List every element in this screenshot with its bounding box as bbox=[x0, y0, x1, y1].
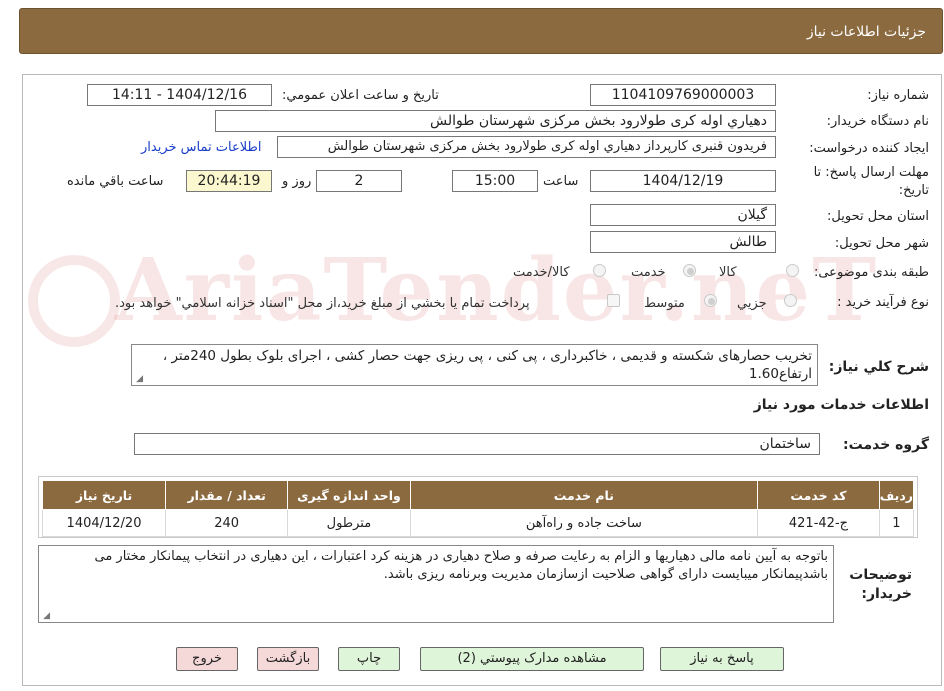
requester-field: فريدون قنبری کارپرداز دهياري اوله کری طو… bbox=[277, 136, 776, 158]
buyer-org-field: دهياري اوله کری طولارود بخش مرکزی شهرستا… bbox=[215, 110, 776, 132]
announce-field: 1404/12/16 - 14:11 bbox=[87, 84, 272, 106]
deadline-time-field: 15:00 bbox=[452, 170, 538, 192]
buyer-org-label: نام دستگاه خريدار: bbox=[826, 114, 929, 129]
col-need-date: تاريخ نياز bbox=[41, 480, 167, 510]
announce-label: تاریخ و ساعت اعلان عمومي: bbox=[282, 88, 439, 103]
need-number-field: 1104109769000003 bbox=[590, 84, 776, 106]
col-row-number: رديف bbox=[878, 480, 915, 510]
category-goods-service-label: کالا/خدمت bbox=[513, 265, 570, 280]
category-goods-radio[interactable] bbox=[786, 264, 799, 277]
category-service-radio[interactable] bbox=[683, 264, 696, 277]
buyer-notes-textarea[interactable]: باتوجه به آيين نامه مالى دهياريها و الزا… bbox=[38, 545, 834, 623]
reply-button[interactable]: پاسخ به نياز bbox=[660, 647, 784, 671]
table-header-row: رديف كد خدمت نام خدمت واحد اندازه گيری ت… bbox=[41, 480, 915, 510]
description-label: شرح كلي نياز: bbox=[828, 359, 929, 375]
buyer-notes-label: توضيحات bbox=[849, 567, 912, 583]
resize-grip-icon[interactable]: ◢ bbox=[42, 612, 50, 621]
province-label: استان محل تحویل: bbox=[827, 209, 929, 224]
buyer-contact-link[interactable]: اطلاعات تماس خريدار bbox=[141, 140, 261, 155]
treasury-payment-checkbox[interactable] bbox=[607, 294, 620, 307]
requester-label: ايجاد کننده درخواست: bbox=[809, 141, 929, 156]
treasury-payment-note: پرداخت تمام يا بخشي از مبلغ خريد،از محل … bbox=[115, 296, 530, 311]
category-service-label: خدمت bbox=[631, 265, 666, 280]
col-quantity: تعداد / مقدار bbox=[165, 480, 289, 510]
buyer-notes-text: باتوجه به آيين نامه مالى دهياريها و الزا… bbox=[94, 549, 828, 582]
col-service-name: نام خدمت bbox=[409, 480, 759, 510]
cell-quantity: 240 bbox=[165, 509, 289, 537]
view-attachments-button[interactable]: مشاهده مدارک پيوستي (2) bbox=[420, 647, 644, 671]
process-medium-radio[interactable] bbox=[704, 294, 717, 307]
process-label: نوع فرآیند خرید : bbox=[837, 295, 929, 310]
services-table: رديف كد خدمت نام خدمت واحد اندازه گيری ت… bbox=[38, 476, 918, 538]
category-label: طبقه بندی موضوعی: bbox=[813, 265, 929, 280]
process-minor-label: جزيي bbox=[737, 296, 767, 311]
cell-unit: مترطول bbox=[287, 509, 411, 537]
deadline-label-date: تاريخ: bbox=[898, 183, 929, 198]
deadline-date-field: 1404/12/19 bbox=[590, 170, 776, 192]
service-group-field: ساختمان bbox=[134, 433, 820, 455]
services-section-title: اطلاعات خدمات مورد نياز bbox=[753, 397, 929, 413]
process-minor-radio[interactable] bbox=[784, 294, 797, 307]
deadline-time-label: ساعت bbox=[543, 174, 579, 189]
city-label: شهر محل تحویل: bbox=[834, 236, 929, 251]
service-group-label: گروه خدمت: bbox=[843, 437, 929, 453]
remaining-time-field: 20:44:19 bbox=[186, 170, 272, 192]
exit-button[interactable]: خروج bbox=[176, 647, 238, 671]
process-medium-label: متوسط bbox=[644, 296, 685, 311]
buyer-notes-label-2: خريدار: bbox=[861, 586, 912, 602]
province-field: گيلان bbox=[590, 204, 776, 226]
cell-row-number: 1 bbox=[878, 509, 915, 537]
days-label: روز و bbox=[282, 174, 312, 189]
remaining-time-label: ساعت باقي مانده bbox=[67, 174, 164, 189]
resize-grip-icon[interactable]: ◢ bbox=[135, 375, 143, 384]
description-text: تخريب حصارهاى شكسته و قديمى ، خاكبردارى … bbox=[162, 348, 812, 382]
cell-need-date: 1404/12/20 bbox=[41, 509, 167, 537]
back-button[interactable]: بازگشت bbox=[257, 647, 319, 671]
col-service-code: كد خدمت bbox=[757, 480, 880, 510]
category-goods-label: کالا bbox=[719, 265, 737, 280]
cell-service-name: ساخت جاده و راه‌آهن bbox=[409, 509, 759, 537]
days-field: 2 bbox=[316, 170, 402, 192]
print-button[interactable]: چاپ bbox=[338, 647, 400, 671]
cell-service-code: ج-42-421 bbox=[757, 509, 880, 537]
description-textarea[interactable]: تخريب حصارهاى شكسته و قديمى ، خاكبردارى … bbox=[131, 344, 818, 386]
city-field: طالش bbox=[590, 231, 776, 253]
col-unit: واحد اندازه گيری bbox=[287, 480, 411, 510]
category-goods-service-radio[interactable] bbox=[593, 264, 606, 277]
page-header: جزئیات اطلاعات نیاز bbox=[19, 8, 943, 54]
table-row: 1 ج-42-421 ساخت جاده و راه‌آهن مترطول 24… bbox=[41, 509, 915, 537]
page-title: جزئیات اطلاعات نیاز bbox=[806, 24, 926, 40]
need-number-label: شماره نیاز: bbox=[867, 88, 929, 103]
deadline-label: مهلت ارسال پاسخ: تا bbox=[813, 165, 929, 180]
